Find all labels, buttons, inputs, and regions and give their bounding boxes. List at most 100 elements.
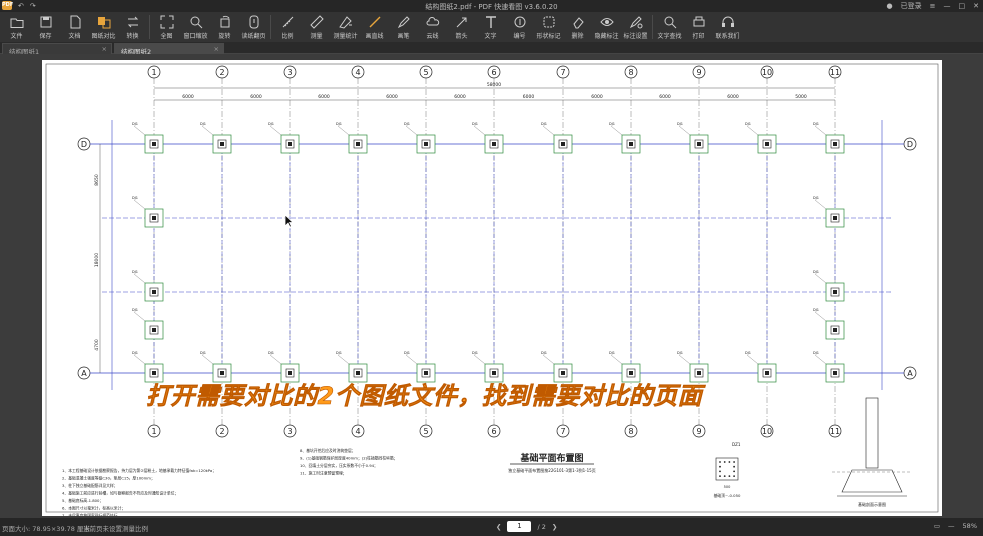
dimension-text: 6000 [386, 94, 398, 100]
main-toolbar: 文件 保存 文档 图纸对比 转换 全图 窗口缩放 旋转 读纸翻页 比例 测量 测量统计 画直线 画笔 云线 箭… [0, 12, 983, 42]
footing-tag: DJ1 [472, 122, 478, 126]
general-note-left: 2、基础混凝土强度等级C30，垫层C15，厚100mm； [62, 476, 155, 481]
toolbar-button-label: 文字 [484, 33, 497, 40]
toolbar-button-text[interactable]: 文字 [476, 12, 505, 42]
toolbar-button-eraser[interactable]: 删除 [563, 12, 592, 42]
row-label-right: D [907, 140, 913, 149]
toolbar-button-annotation-settings[interactable]: 标注设置 [621, 12, 650, 42]
toolbar-button-fit-page[interactable]: 全图 [152, 12, 181, 42]
toolbar-button-label: 文档 [68, 33, 81, 40]
toolbar-button-folder[interactable]: 文件 [2, 12, 31, 42]
leader-line [542, 125, 555, 136]
toolbar-button-line[interactable]: 画直线 [360, 12, 389, 42]
rotate-icon [220, 15, 229, 28]
toolbar-button-label: 全图 [160, 33, 173, 40]
measure-stats-icon [338, 16, 352, 29]
toolbar-button-scale[interactable]: 比例 [273, 12, 302, 42]
toolbar-button-save[interactable]: 保存 [31, 12, 60, 42]
dimension-text: 5000 [795, 94, 807, 100]
axis-label-bottom: 1 [151, 427, 156, 436]
toolbar-button-label: 保存 [39, 33, 52, 40]
rebar-dot [719, 475, 721, 477]
drawing-page[interactable]: 1 1 2 2 3 3 4 4 5 5 6 6 7 7 8 8 9 9 10 10 11 11 D D A A 58000 6000 6… [42, 60, 942, 516]
toolbar-button-compare[interactable]: 图纸对比 [89, 12, 118, 42]
toolbar-button-print[interactable]: 打印 [684, 12, 713, 42]
axis-label-bottom: 2 [219, 427, 224, 436]
column-fill [152, 371, 156, 375]
maximize-icon[interactable]: □ [959, 2, 966, 10]
toolbar-button-label: 读纸翻页 [241, 33, 266, 40]
rebar-dot [719, 465, 721, 468]
page-navigator: ❮ 1 / 2 ❯ [496, 521, 557, 532]
toolbar-button-convert[interactable]: 转换 [118, 12, 147, 42]
zoom-level[interactable]: 58% [963, 522, 977, 530]
dimension-text: 6000 [523, 94, 535, 100]
close-icon[interactable]: ✕ [973, 2, 979, 10]
leader-line [269, 125, 282, 136]
toolbar-button-eye[interactable]: 隐藏标注 [592, 12, 621, 42]
login-status[interactable]: 已登录 [901, 1, 922, 11]
tab-close-icon[interactable]: × [214, 45, 219, 53]
page-size-text: 页面大小: 78.95×39.78 厘米 [2, 525, 90, 533]
rebar-dot [719, 461, 721, 463]
rebar-dot [723, 475, 726, 477]
toolbar-button-measure[interactable]: 测量 [302, 12, 331, 42]
toolbar-button-rotate[interactable]: 旋转 [210, 12, 239, 42]
print-icon [693, 16, 704, 27]
prev-page-icon[interactable]: ❮ [496, 523, 501, 531]
user-icon[interactable]: ● [887, 2, 893, 10]
tutorial-caption: 打开需要对比的2个图纸文件，找到需要对比的页面 [146, 382, 703, 411]
general-note-left: 4、基础施工前应进行验槽，如与勘察报告不符应及时通知设计单位； [62, 491, 178, 496]
toolbar-button-zoom-window[interactable]: 窗口缩放 [181, 12, 210, 42]
footing-tag: DJ1 [472, 351, 478, 355]
general-note-left: 6、本图尺寸以毫米计，标高以米计； [62, 506, 125, 511]
toolbar-button-headset[interactable]: 联系我们 [713, 12, 742, 42]
column-fill [833, 216, 837, 220]
toolbar-button-page-turn[interactable]: 读纸翻页 [239, 12, 268, 42]
current-page-input[interactable]: 1 [507, 521, 532, 532]
toolbar-button-label: 窗口缩放 [183, 33, 208, 40]
zoom-out-icon[interactable]: — [948, 522, 955, 530]
toolbar-button-label: 联系我们 [715, 33, 740, 40]
document-icon [70, 15, 80, 29]
leader-line [201, 354, 214, 365]
axis-label-bottom: 5 [423, 427, 428, 436]
toolbar-button-measure-stats[interactable]: 测量统计 [331, 12, 360, 42]
axis-label-top: 5 [423, 68, 428, 77]
axis-label-bottom: 10 [762, 427, 772, 436]
column-fill [765, 371, 769, 375]
toolbar-button-search[interactable]: 文字查找 [655, 12, 684, 42]
next-page-icon[interactable]: ❯ [552, 523, 557, 531]
footing-tag: DJ1 [132, 351, 138, 355]
scale-status-text[interactable]: 当前页未设置测量比例 [83, 523, 148, 533]
toolbar-button-shape[interactable]: 形状标记 [534, 12, 563, 42]
tab-document-2[interactable]: 结构图纸2 × [114, 43, 224, 56]
footing-tag: DJ1 [813, 196, 819, 200]
toolbar-button-pen[interactable]: 画笔 [389, 12, 418, 42]
minimize-icon[interactable]: — [944, 2, 951, 10]
general-note-right: 9、(1)基础钢筋保护层厚度40mm；(2)柱插筋同柱纵筋； [300, 456, 398, 461]
leader-line [337, 354, 350, 365]
column-fill [561, 371, 565, 375]
view-mode-icon[interactable]: ▭ [934, 522, 940, 530]
row-label-right: A [907, 369, 913, 378]
toolbar-button-arrow[interactable]: 箭头 [447, 12, 476, 42]
dimension-text: 6000 [182, 94, 194, 100]
column-fill [697, 371, 701, 375]
tab-document-1[interactable]: 结构图纸1 × [2, 43, 112, 56]
leader-line [473, 125, 486, 136]
menu-icon[interactable]: ≡ [930, 2, 936, 10]
toolbar-button-number[interactable]: 编号 [505, 12, 534, 42]
toolbar-button-label: 打印 [692, 33, 705, 40]
toolbar-button-label: 图纸对比 [91, 33, 116, 40]
column-fill [629, 142, 633, 146]
dimension-text: 6000 [250, 94, 262, 100]
toolbar-button-cloud[interactable]: 云线 [418, 12, 447, 42]
document-viewport[interactable]: 1 1 2 2 3 3 4 4 5 5 6 6 7 7 8 8 9 9 10 10 11 11 D D A A 58000 6000 6… [0, 54, 983, 518]
toolbar-button-document[interactable]: 文档 [60, 12, 89, 42]
tab-close-icon[interactable]: × [102, 45, 107, 53]
axis-label-bottom: 7 [560, 427, 565, 436]
toolbar-button-label: 画直线 [365, 33, 384, 40]
row-label-left: D [81, 140, 87, 149]
leader-line [814, 125, 827, 136]
